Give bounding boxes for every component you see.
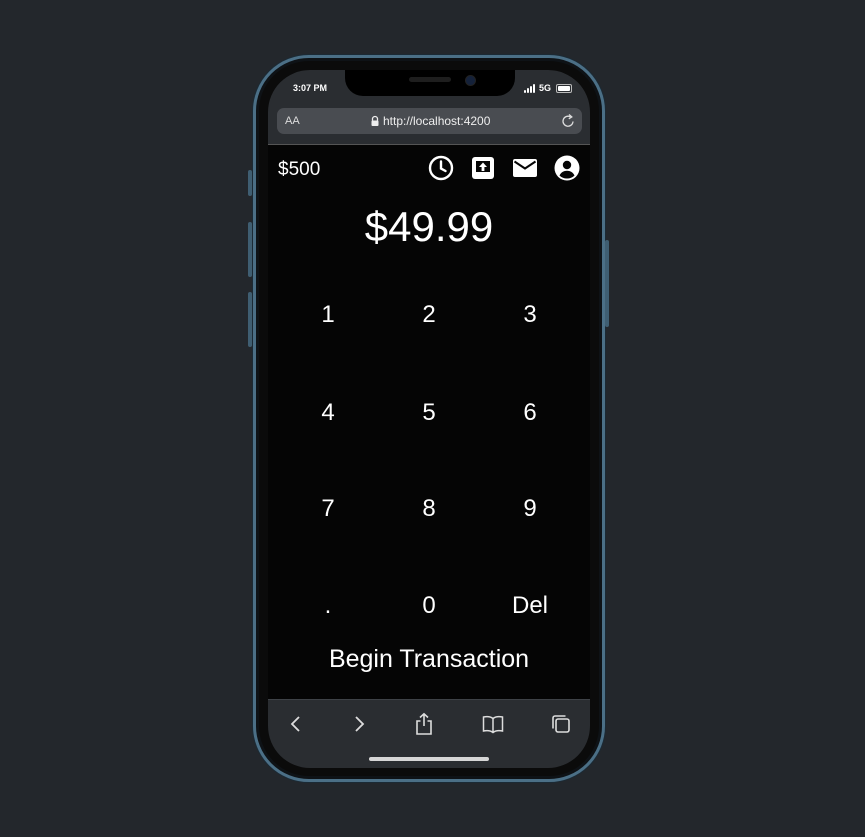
power-button [605,240,609,327]
camera [465,75,476,86]
key-8[interactable]: 8 [379,484,479,534]
key-5[interactable]: 5 [379,388,479,438]
key-4[interactable]: 4 [278,388,378,438]
notch [345,70,515,96]
back-icon[interactable] [284,712,308,736]
header-actions [428,155,580,181]
key-3[interactable]: 3 [480,290,580,340]
key-2[interactable]: 2 [379,290,479,340]
key-1[interactable]: 1 [278,290,378,340]
signal-icon [524,84,536,93]
balance-label: $500 [278,159,321,180]
begin-transaction-button[interactable]: Begin Transaction [268,645,590,674]
url-text: http://localhost:4200 [383,114,491,128]
key-decimal[interactable]: . [278,581,378,631]
amount-display: $49.99 [364,203,494,250]
network-label: 5G [539,83,552,93]
history-icon[interactable] [428,155,454,181]
key-9[interactable]: 9 [480,484,580,534]
bookmarks-icon[interactable] [481,712,505,736]
upload-icon[interactable] [470,155,496,181]
pos-app: $500 $49.99 1 2 3 4 5 6 7 8 9 . 0 Del Be… [268,145,590,699]
mute-switch [248,170,252,196]
key-0[interactable]: 0 [379,581,479,631]
browser-address-area: AA http://localhost:4200 [268,108,590,145]
address-bar[interactable]: AA http://localhost:4200 [277,108,582,134]
account-icon[interactable] [554,155,580,181]
reload-icon[interactable] [560,113,576,129]
forward-icon[interactable] [347,712,371,736]
volume-up-button [248,222,252,277]
speaker [409,77,451,82]
lock-icon [371,115,379,126]
mail-icon[interactable] [512,155,538,181]
phone-screen: 3:07 PM 5G AA http://localhost:4200 $500 [268,70,590,768]
key-delete[interactable]: Del [480,581,580,631]
home-indicator [369,757,489,761]
battery-icon [556,84,572,93]
share-icon[interactable] [412,712,436,736]
tabs-icon[interactable] [549,712,573,736]
reader-settings-button[interactable]: AA [285,115,300,127]
browser-toolbar [268,699,590,768]
status-time: 3:07 PM [293,83,328,93]
key-7[interactable]: 7 [278,484,378,534]
key-6[interactable]: 6 [480,388,580,438]
volume-down-button [248,292,252,347]
